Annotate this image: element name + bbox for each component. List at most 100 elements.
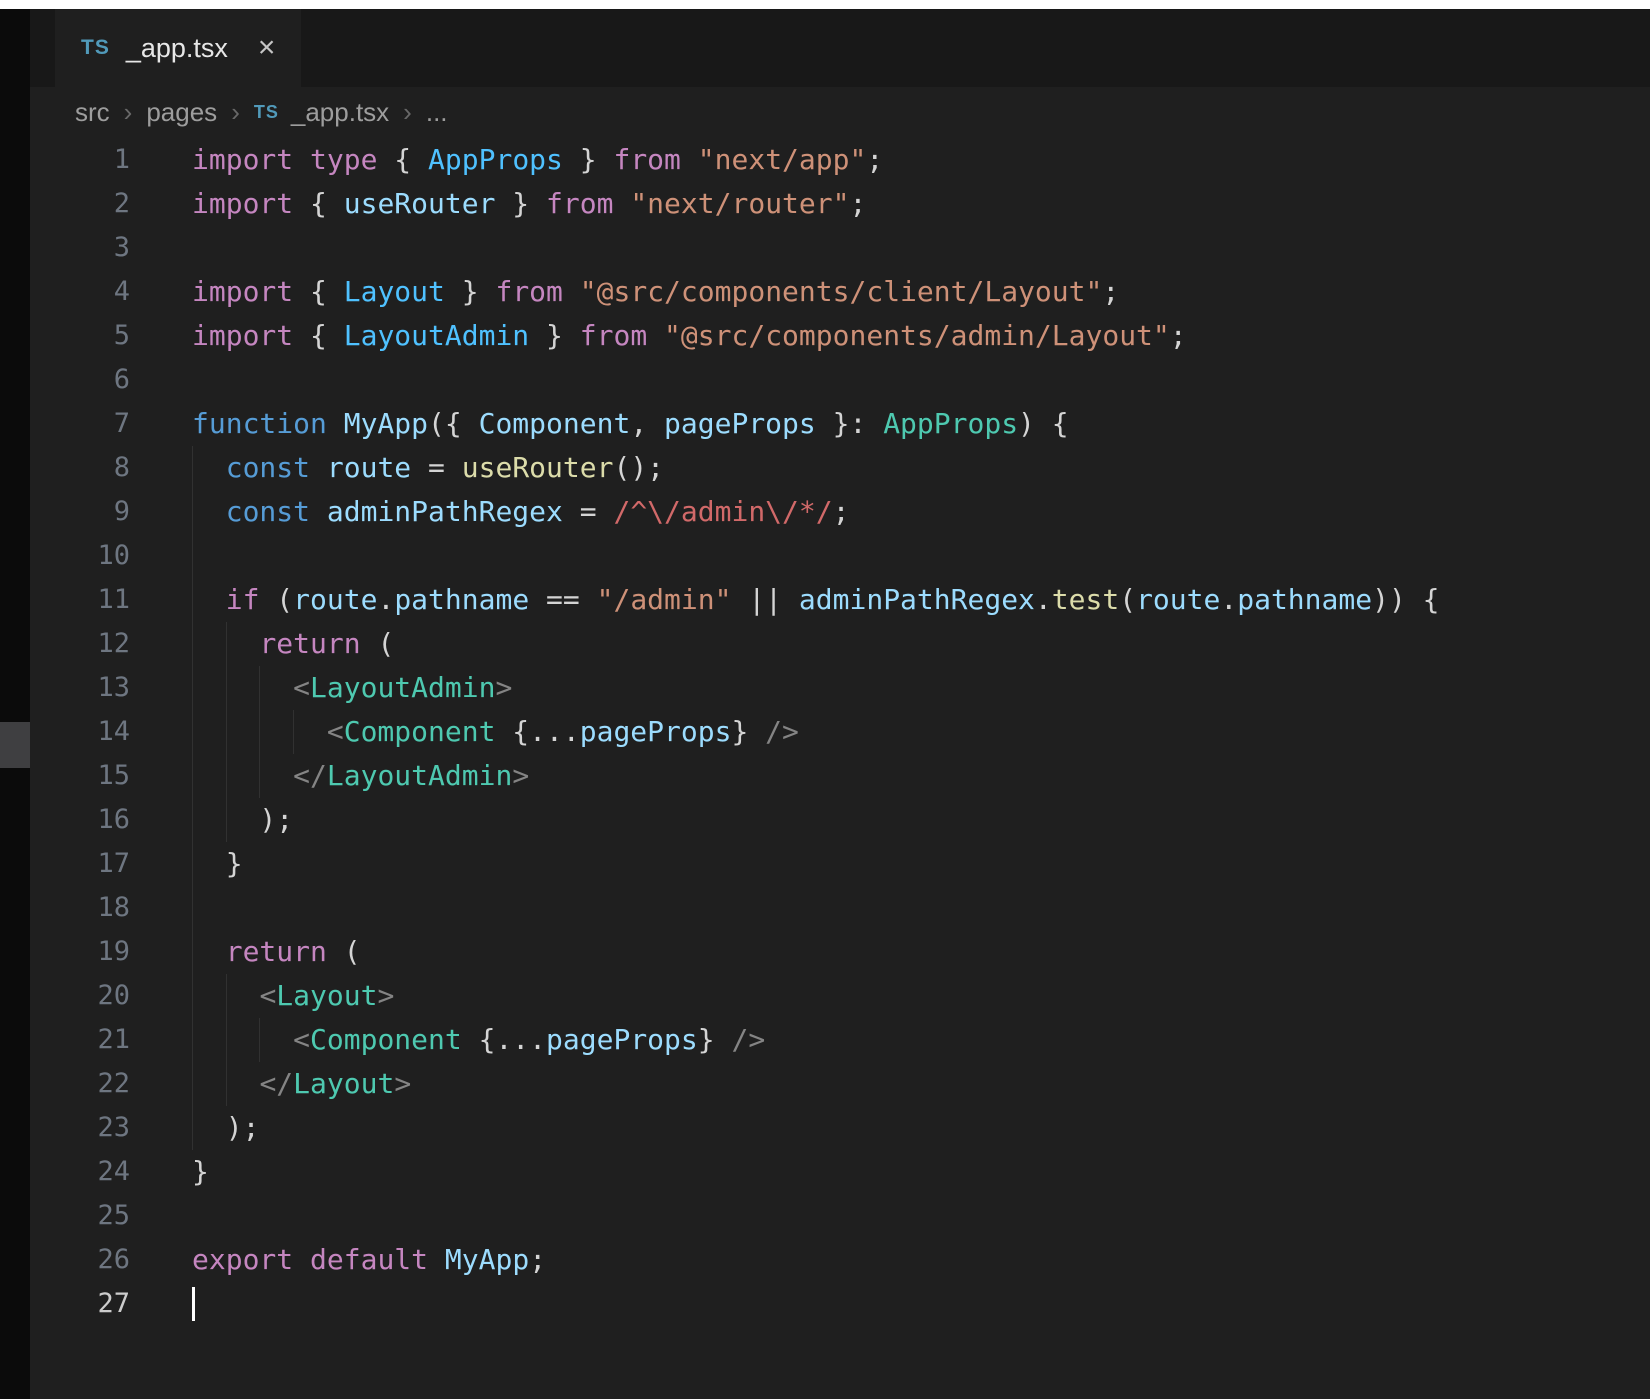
indent-guide [192, 842, 193, 886]
indent-guide [192, 1106, 193, 1150]
code-line[interactable]: 17 } [30, 842, 1650, 886]
breadcrumb-item-pages[interactable]: pages [146, 97, 217, 128]
line-number[interactable]: 23 [30, 1106, 130, 1150]
code-line[interactable]: 22 </Layout> [30, 1062, 1650, 1106]
indent-guide [192, 974, 193, 1018]
breadcrumb-item-symbol[interactable]: ... [426, 97, 448, 128]
indent-guide [293, 710, 295, 754]
code-text: function MyApp({ Component, pageProps }:… [192, 407, 1069, 440]
indent-guide [225, 754, 227, 798]
code-line[interactable]: 4 import { Layout } from "@src/components… [30, 270, 1650, 314]
left-edge-thumb[interactable] [0, 722, 30, 768]
line-number[interactable]: 11 [30, 578, 130, 622]
code-line[interactable]: 16 ); [30, 798, 1650, 842]
code-text: const route = useRouter(); [192, 446, 1650, 490]
left-edge-strip [0, 9, 30, 1399]
code-lines: 1 import type { AppProps } from "next/app… [30, 138, 1650, 1326]
tab-app-tsx[interactable]: TS _app.tsx × [55, 9, 302, 87]
line-number[interactable]: 4 [30, 270, 130, 314]
code-line[interactable]: 24} [30, 1150, 1650, 1194]
indent-guide [192, 930, 193, 974]
code-text: <Layout> [192, 974, 1650, 1018]
editor-code-area: 1 import type { AppProps } from "next/app… [30, 138, 1650, 1326]
code-line[interactable]: 8 const route = useRouter(); [30, 446, 1650, 490]
code-line[interactable]: 23 ); [30, 1106, 1650, 1150]
code-line[interactable]: 10 [30, 534, 1650, 578]
indent-guide [225, 666, 227, 710]
line-number[interactable]: 24 [30, 1150, 130, 1194]
line-number[interactable]: 25 [30, 1194, 130, 1238]
indent-guide [225, 1062, 227, 1106]
line-number[interactable]: 19 [30, 930, 130, 974]
line-number[interactable]: 6 [30, 358, 130, 402]
code-line[interactable]: 6 [30, 358, 1650, 402]
code-text: </Layout> [192, 1062, 1650, 1106]
code-line[interactable]: 11 if (route.pathname == "/admin" || adm… [30, 578, 1650, 622]
indent-guide [225, 1018, 227, 1062]
line-number[interactable]: 22 [30, 1062, 130, 1106]
line-number[interactable]: 15 [30, 754, 130, 798]
code-line[interactable]: 18 [30, 886, 1650, 930]
indent-guide [259, 1018, 261, 1062]
code-line[interactable]: 26 export default MyApp; [30, 1238, 1650, 1282]
text-cursor [192, 1287, 195, 1321]
line-number[interactable]: 5 [30, 314, 130, 358]
indent-guide [259, 754, 261, 798]
line-number[interactable]: 12 [30, 622, 130, 666]
code-line[interactable]: 27 [30, 1282, 1650, 1326]
code-text: export default MyApp; [192, 1243, 547, 1276]
code-line[interactable]: 21 <Component {...pageProps} /> [30, 1018, 1650, 1062]
code-line[interactable]: 14 <Component {...pageProps} /> [30, 710, 1650, 754]
code-text [192, 1282, 1650, 1326]
indent-guide [225, 622, 227, 666]
code-line[interactable]: 7 function MyApp({ Component, pageProps }… [30, 402, 1650, 446]
line-number[interactable]: 7 [30, 402, 130, 446]
line-number[interactable]: 3 [30, 226, 130, 270]
tab-label: _app.tsx [125, 32, 228, 63]
code-line[interactable]: 12 return ( [30, 622, 1650, 666]
code-line[interactable]: 19 return ( [30, 930, 1650, 974]
tab-bar: TS _app.tsx × [30, 9, 1650, 87]
line-number[interactable]: 9 [30, 490, 130, 534]
line-number[interactable]: 10 [30, 534, 130, 578]
line-number[interactable]: 27 [30, 1282, 130, 1326]
tab-close-icon[interactable]: × [258, 33, 276, 63]
code-line[interactable]: 5 import { LayoutAdmin } from "@src/compo… [30, 314, 1650, 358]
line-number[interactable]: 18 [30, 886, 130, 930]
code-line[interactable]: 15 </LayoutAdmin> [30, 754, 1650, 798]
code-line[interactable]: 3 [30, 226, 1650, 270]
code-text: } [192, 1155, 209, 1188]
code-text: import { Layout } from "@src/components/… [192, 275, 1120, 308]
code-line[interactable]: 9 const adminPathRegex = /^\/admin\/*/; [30, 490, 1650, 534]
line-number[interactable]: 26 [30, 1238, 130, 1282]
breadcrumb-item-file[interactable]: _app.tsx [291, 97, 389, 128]
line-number[interactable]: 17 [30, 842, 130, 886]
code-text: <LayoutAdmin> [192, 666, 1650, 710]
indent-guide [192, 754, 193, 798]
indent-guide [192, 798, 193, 842]
code-line[interactable]: 20 <Layout> [30, 974, 1650, 1018]
code-text [192, 886, 1650, 930]
line-number[interactable]: 21 [30, 1018, 130, 1062]
code-text: <Component {...pageProps} /> [192, 1018, 1650, 1062]
line-number[interactable]: 20 [30, 974, 130, 1018]
line-number[interactable]: 13 [30, 666, 130, 710]
line-number[interactable]: 14 [30, 710, 130, 754]
code-text: ); [192, 1106, 1650, 1150]
line-number[interactable]: 16 [30, 798, 130, 842]
breadcrumb-item-src[interactable]: src [75, 97, 110, 128]
code-line[interactable]: 1 import type { AppProps } from "next/app… [30, 138, 1650, 182]
line-number[interactable]: 1 [30, 138, 130, 182]
code-text: } [192, 842, 1650, 886]
line-number[interactable]: 8 [30, 446, 130, 490]
typescript-file-icon: TS [81, 36, 110, 59]
line-number[interactable]: 2 [30, 182, 130, 226]
code-text: import type { AppProps } from "next/app"… [192, 143, 884, 176]
code-line[interactable]: 13 <LayoutAdmin> [30, 666, 1650, 710]
code-line[interactable]: 25 [30, 1194, 1650, 1238]
code-line[interactable]: 2 import { useRouter } from "next/router"… [30, 182, 1650, 226]
indent-guide [192, 710, 193, 754]
vscode-editor-window: TS _app.tsx × src › pages › TS _app.tsx … [0, 0, 1650, 1399]
